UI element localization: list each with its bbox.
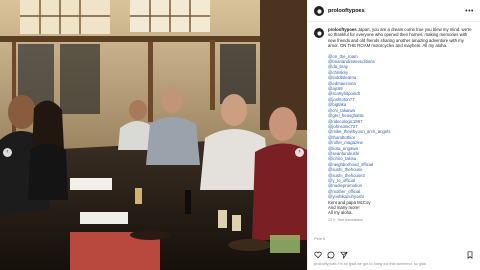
heart-icon[interactable] (314, 251, 322, 259)
comment-icon[interactable] (327, 251, 335, 259)
post-photo[interactable]: ‹ › (0, 0, 307, 270)
caption-text: prolooftypoes Japan, you are a dream com… (328, 27, 474, 49)
avatar[interactable] (314, 28, 324, 38)
tag-list: @on_the_roam @brianandrewrenditions @da_br… (328, 54, 474, 216)
post-details-panel: prolooftypoes ••• prolooftypoes Japan, y… (307, 0, 480, 270)
divider (308, 21, 480, 22)
caption-area: prolooftypoes Japan, you are a dream com… (314, 27, 474, 227)
post-meta: 23 h See translation (328, 218, 474, 222)
ellipsis-icon[interactable]: ••• (465, 8, 474, 15)
see-translation-link[interactable]: See translation (338, 218, 363, 222)
comment-preview: prolooftypoes I'm so glad we got to hang… (314, 262, 426, 266)
group-photo-illustration (0, 0, 307, 270)
reply-text: Pele k (314, 236, 326, 241)
chevron-left-icon: ‹ (6, 149, 9, 155)
previous-photo-button[interactable]: ‹ (3, 148, 12, 157)
chevron-right-icon: › (298, 149, 301, 155)
action-bar (314, 250, 474, 260)
next-photo-button[interactable]: › (295, 148, 304, 157)
username-link[interactable]: prolooftypoes (328, 8, 365, 14)
profile-icon (316, 8, 322, 14)
share-icon[interactable] (340, 251, 348, 259)
caption-tail-line: All my aloha. (328, 210, 353, 216)
post-header: prolooftypoes ••• (314, 5, 474, 17)
profile-icon (316, 30, 322, 36)
caption-username[interactable]: prolooftypoes (328, 27, 357, 32)
bookmark-icon[interactable] (466, 251, 474, 259)
avatar[interactable] (314, 6, 324, 16)
timestamp: 23 h (328, 217, 336, 222)
